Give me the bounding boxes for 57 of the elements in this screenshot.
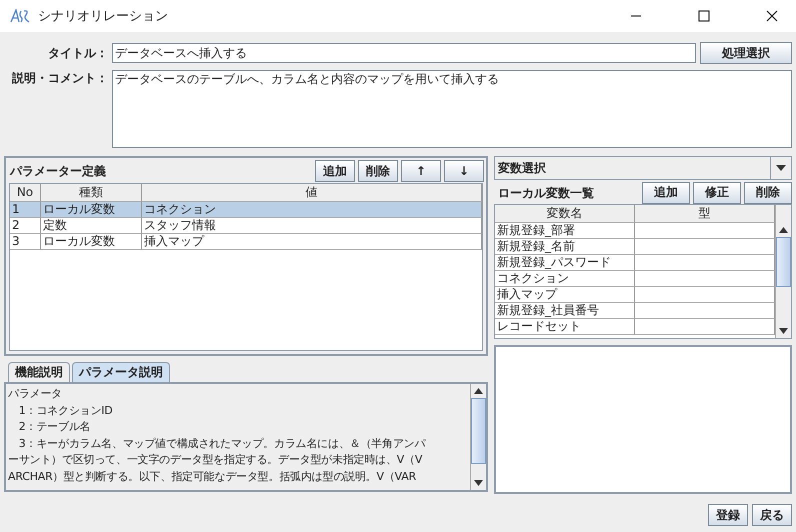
scroll-down-icon[interactable] [474,480,483,486]
table-row[interactable]: 3 ローカル変数 挿入マップ [10,234,482,250]
window-title: シナリオリレーション [38,8,168,25]
title-label: タイトル： [47,44,108,62]
table-cell: レコードセット [495,318,635,335]
toolbar-button[interactable]: 追加 [642,182,690,204]
toolbar-button[interactable]: ↓ [444,160,484,182]
table-cell: 2 [10,218,41,234]
scroll-down-icon[interactable] [779,328,788,334]
toolbar-button[interactable]: 追加 [315,160,355,182]
text-area[interactable] [494,344,792,494]
toolbar-button[interactable]: 修正 [693,182,741,204]
dropdown-arrow-icon [776,165,786,171]
table-cell: 新規登録_部署 [495,222,635,239]
footer-button[interactable]: 登録 [708,504,748,526]
text-line: パラメータ [8,386,64,402]
toolbar-button[interactable]: 削除 [358,160,398,182]
footer-button[interactable]: 戻る [752,504,792,526]
app-logo-icon [10,9,32,23]
panel-title: ローカル変数一覧 [498,184,594,202]
table-cell: 定数 [41,218,142,234]
table-cell: 新規登録_社員番号 [495,302,635,319]
scroll-up-icon[interactable] [779,226,788,233]
table-cell: スタッフ情報 [142,218,482,234]
text-line: ARCHAR）型と判断する。以下、指定可能なデータ型。括弧内は型の説明。V（VAR [8,468,418,484]
tab[interactable]: パラメータ説明 [72,362,170,382]
comment-field[interactable]: データベースのテーブルへ、カラム名と内容のマップを用いて挿入する [112,70,792,148]
scrollbar[interactable] [470,384,486,490]
table-cell: 3 [10,234,41,250]
close-icon[interactable] [766,10,778,22]
toolbar-button[interactable]: 削除 [744,182,792,204]
maximize-icon[interactable] [698,10,710,22]
column-header[interactable]: 変数名 [495,204,635,223]
toolbar-button[interactable]: ↑ [401,160,441,182]
text-line: 1：コネクションID [18,402,114,418]
tab[interactable]: 機能説明 [8,362,70,382]
table-cell: ローカル変数 [41,202,142,218]
table-cell: 1 [10,202,41,218]
table-cell: 挿入マップ [142,234,482,250]
table-cell: 新規登録_パスワード [495,254,635,271]
table-row[interactable]: 1 ローカル変数 コネクション [10,202,482,218]
panel-title: パラメーター定義 [10,163,106,180]
text-line: ーサント）で区切って、一文字のデータ型を指定する。データ型が未指定時は、V（V [8,452,424,468]
scrollbar[interactable] [775,204,791,338]
process-select-button[interactable]: 処理選択 [700,42,792,64]
scroll-up-icon[interactable] [474,388,483,394]
text-line: 2：テーブル名 [18,419,92,435]
table-cell: 挿入マップ [495,286,635,303]
variable-select-dropdown[interactable]: 変数選択 [494,156,792,180]
comment-label: 説明・コメント： [10,70,108,87]
table-cell: 新規登録_名前 [495,238,635,255]
table-cell: コネクション [142,202,482,218]
text-line: 3：キーがカラム名、マップ値で構成されたマップ。カラム名には、＆（半角アンパ [18,436,427,452]
table-cell: ローカル変数 [41,234,142,250]
title-field[interactable]: データベースへ挿入する [112,43,696,63]
table-row[interactable]: 2 定数 スタッフ情報 [10,218,482,234]
table-cell: コネクション [495,270,635,287]
